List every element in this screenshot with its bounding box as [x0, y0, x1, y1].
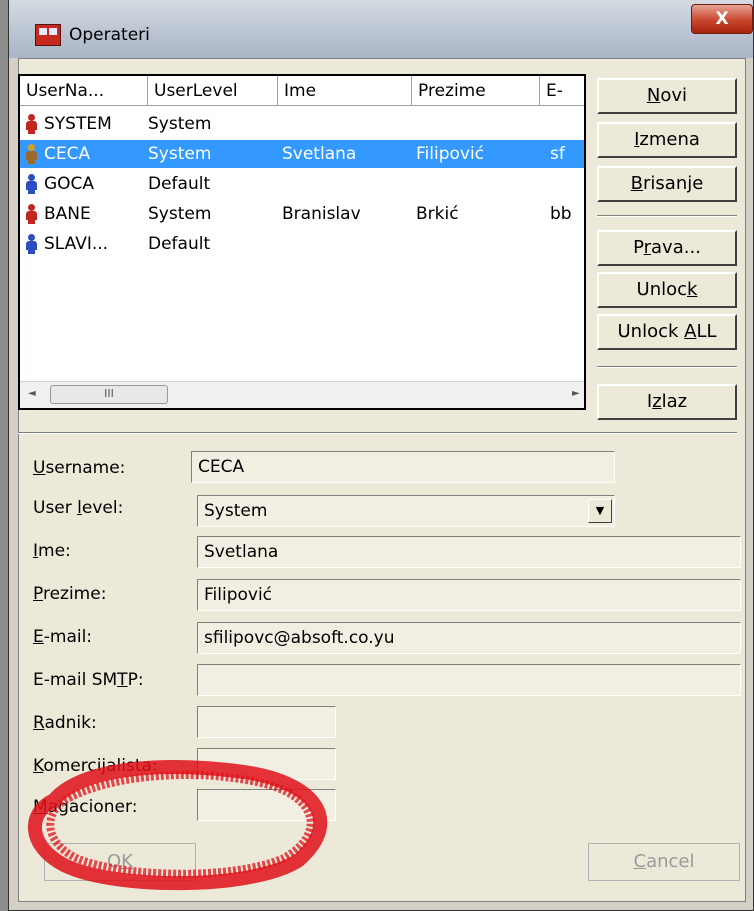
- section-divider: [18, 432, 737, 434]
- email-smtp-field[interactable]: [197, 664, 741, 696]
- cell-userlevel: System: [148, 144, 212, 164]
- user-level-label: User level:: [33, 498, 124, 518]
- user-gold-icon: [22, 144, 40, 164]
- prava-button[interactable]: Prava...: [597, 230, 737, 266]
- radnik-label: Radnik:: [33, 713, 97, 733]
- user-level-select[interactable]: System ▼: [197, 495, 615, 527]
- cell-email: bb: [550, 204, 572, 224]
- operators-list[interactable]: UserNa... UserLevel Ime Prezime E- SYSTE…: [18, 74, 586, 410]
- user-level-value: System: [204, 501, 268, 521]
- unlock-all-button[interactable]: Unlock ALL: [597, 314, 737, 350]
- radnik-field[interactable]: [197, 706, 336, 738]
- username-label: Username:: [33, 458, 126, 478]
- user-blue-icon: [22, 234, 40, 254]
- cell-email: sf: [550, 144, 565, 164]
- cell-userlevel: System: [148, 204, 212, 224]
- prezime-field[interactable]: Filipović: [197, 579, 741, 611]
- komercijalista-label: Komercijalista:: [33, 756, 158, 776]
- email-field[interactable]: sfilipovc@absoft.co.yu: [197, 622, 741, 654]
- cell-username: CECA: [44, 144, 91, 164]
- izlaz-button[interactable]: Izlaz: [597, 384, 737, 420]
- izmena-button[interactable]: Izmena: [597, 122, 737, 158]
- ime-label: Ime:: [33, 541, 71, 561]
- email-smtp-label: E-mail SMTP:: [33, 670, 144, 690]
- close-button[interactable]: X: [691, 4, 753, 34]
- cell-username: SYSTEM: [44, 114, 112, 134]
- email-label: E-mail:: [33, 627, 93, 647]
- ok-button[interactable]: OK: [44, 843, 196, 881]
- unlock-button[interactable]: Unlock: [597, 272, 737, 308]
- chevron-down-icon[interactable]: ▼: [588, 499, 612, 523]
- table-row[interactable]: SYSTEM System: [20, 110, 584, 138]
- ime-field[interactable]: Svetlana: [197, 536, 741, 568]
- table-row[interactable]: GOCA Default: [20, 170, 584, 198]
- cell-userlevel: System: [148, 114, 212, 134]
- scroll-right-icon[interactable]: ►: [572, 388, 580, 399]
- scroll-left-icon[interactable]: ◄: [28, 388, 36, 399]
- komercijalista-field[interactable]: [197, 748, 336, 780]
- cell-userlevel: Default: [148, 234, 211, 254]
- table-row[interactable]: BANE System Branislav Brkić bb: [20, 200, 584, 228]
- cancel-button[interactable]: Cancel: [588, 843, 740, 881]
- cell-prezime: Filipović: [416, 144, 485, 164]
- table-row[interactable]: CECA System Svetlana Filipović sf: [20, 140, 584, 168]
- user-blue-icon: [22, 174, 40, 194]
- window-title: Operateri: [69, 25, 150, 45]
- magacioner-label: Magacioner:: [33, 797, 138, 817]
- cell-ime: Svetlana: [282, 144, 357, 164]
- column-header-ime[interactable]: Ime: [278, 76, 412, 106]
- app-icon: [35, 24, 61, 46]
- title-bar[interactable]: Operateri X: [9, 0, 753, 58]
- user-red-icon: [22, 114, 40, 134]
- cell-username: SLAVI...: [44, 234, 109, 254]
- cell-userlevel: Default: [148, 174, 211, 194]
- cell-username: GOCA: [44, 174, 95, 194]
- prezime-label: Prezime:: [33, 584, 107, 604]
- button-separator: [597, 215, 737, 217]
- username-field[interactable]: CECA: [191, 451, 615, 483]
- table-row[interactable]: SLAVI... Default: [20, 230, 584, 258]
- horizontal-scrollbar[interactable]: ◄ III ►: [20, 381, 584, 408]
- cell-ime: Branislav: [282, 204, 361, 224]
- cell-prezime: Brkić: [416, 204, 459, 224]
- magacioner-field[interactable]: [197, 789, 336, 821]
- novi-button[interactable]: Novi: [597, 78, 737, 114]
- column-header-prezime[interactable]: Prezime: [412, 76, 540, 106]
- list-header: UserNa... UserLevel Ime Prezime E-: [20, 76, 584, 108]
- column-header-email[interactable]: E-: [540, 76, 584, 106]
- brisanje-button[interactable]: Brisanje: [597, 166, 737, 202]
- button-separator: [597, 366, 737, 368]
- cell-username: BANE: [44, 204, 91, 224]
- scroll-thumb[interactable]: III: [50, 385, 168, 404]
- column-header-username[interactable]: UserNa...: [20, 76, 148, 106]
- column-header-userlevel[interactable]: UserLevel: [148, 76, 278, 106]
- user-red-icon: [22, 204, 40, 224]
